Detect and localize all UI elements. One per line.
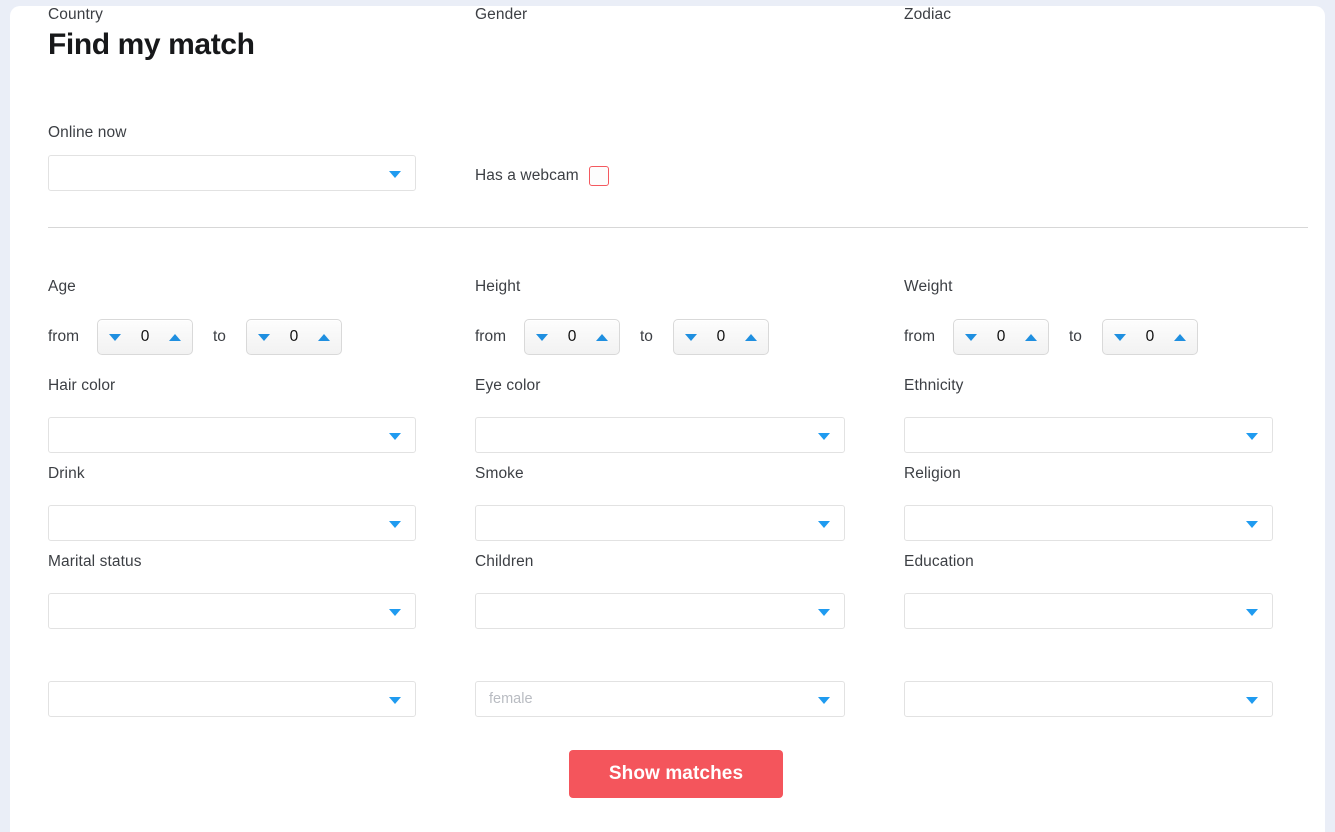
education-select[interactable] [904, 593, 1273, 629]
age-to-label: to [213, 328, 226, 345]
increment-icon[interactable] [596, 333, 608, 341]
find-my-match-card: Find my match Online now Has a webcam Ag… [10, 6, 1325, 832]
increment-icon[interactable] [1173, 333, 1186, 341]
has-webcam-label: Has a webcam [475, 167, 579, 184]
chevron-down-icon [1246, 608, 1258, 616]
weight-from-stepper[interactable]: 0 [953, 319, 1049, 355]
chevron-down-icon [1246, 696, 1258, 704]
chevron-down-icon [818, 608, 830, 616]
education-label: Education [904, 553, 974, 570]
increment-icon[interactable] [744, 333, 757, 341]
marital-status-label: Marital status [48, 553, 142, 570]
ethnicity-label: Ethnicity [904, 377, 964, 394]
chevron-down-icon [1246, 432, 1258, 440]
increment-icon[interactable] [169, 333, 181, 341]
chevron-down-icon [389, 432, 401, 440]
height-to-label: to [640, 328, 653, 345]
zodiac-label: Zodiac [904, 6, 952, 23]
has-webcam-checkbox[interactable] [588, 166, 609, 186]
chevron-down-icon [818, 696, 830, 704]
weight-to-stepper-value: 0 [1145, 328, 1155, 345]
age-from-stepper-value: 0 [140, 328, 150, 345]
chevron-down-icon [389, 520, 401, 528]
decrement-icon[interactable] [109, 333, 121, 341]
eye-color-label: Eye color [475, 377, 541, 394]
marital-status-select[interactable] [48, 593, 416, 629]
age-from-stepper[interactable]: 0 [97, 319, 193, 355]
increment-icon[interactable] [1025, 333, 1037, 341]
height-from-stepper-value: 0 [567, 328, 577, 345]
gender-select[interactable]: female [475, 681, 845, 717]
section-divider [48, 227, 1308, 228]
height-from-stepper[interactable]: 0 [524, 319, 620, 355]
decrement-icon[interactable] [536, 333, 548, 341]
weight-to-stepper[interactable]: 0 [1101, 319, 1198, 355]
chevron-down-icon [818, 432, 830, 440]
smoke-select[interactable] [475, 505, 845, 541]
height-range-row: from 0 to 0 [475, 319, 769, 355]
smoke-label: Smoke [475, 465, 524, 482]
height-to-stepper-value: 0 [716, 328, 726, 345]
increment-icon[interactable] [317, 333, 330, 341]
chevron-down-icon [389, 696, 401, 704]
chevron-down-icon [389, 608, 401, 616]
has-webcam-field[interactable]: Has a webcam [475, 166, 609, 186]
online-now-label: Online now [48, 124, 127, 141]
decrement-icon[interactable] [257, 333, 270, 341]
children-select[interactable] [475, 593, 845, 629]
age-range-row: from 0 to 0 [48, 319, 342, 355]
country-select[interactable] [48, 681, 416, 717]
chevron-down-icon [1246, 520, 1258, 528]
decrement-icon[interactable] [1113, 333, 1126, 341]
religion-select[interactable] [904, 505, 1273, 541]
height-to-stepper[interactable]: 0 [672, 319, 769, 355]
gender-label: Gender [475, 6, 528, 23]
age-from-label: from [48, 328, 79, 345]
weight-label: Weight [904, 278, 953, 295]
chevron-down-icon [389, 170, 401, 178]
show-matches-button[interactable]: Show matches [569, 750, 783, 798]
zodiac-select[interactable] [904, 681, 1273, 717]
decrement-icon[interactable] [965, 333, 977, 341]
age-to-stepper-value: 0 [289, 328, 299, 345]
weight-from-label: from [904, 328, 935, 345]
ethnicity-select[interactable] [904, 417, 1273, 453]
country-label: Country [48, 6, 103, 23]
height-from-label: from [475, 328, 506, 345]
page-root: Find my match Online now Has a webcam Ag… [0, 0, 1335, 832]
age-label: Age [48, 278, 76, 295]
height-label: Height [475, 278, 521, 295]
religion-label: Religion [904, 465, 961, 482]
hair-color-label: Hair color [48, 377, 116, 394]
drink-label: Drink [48, 465, 85, 482]
drink-select[interactable] [48, 505, 416, 541]
online-now-select[interactable] [48, 155, 416, 191]
weight-from-stepper-value: 0 [996, 328, 1006, 345]
eye-color-select[interactable] [475, 417, 845, 453]
weight-to-label: to [1069, 328, 1082, 345]
chevron-down-icon [818, 520, 830, 528]
weight-range-row: from 0 to 0 [904, 319, 1198, 355]
age-to-stepper[interactable]: 0 [245, 319, 342, 355]
gender-value: female [489, 691, 533, 707]
page-title: Find my match [48, 28, 255, 61]
hair-color-select[interactable] [48, 417, 416, 453]
decrement-icon[interactable] [684, 333, 697, 341]
children-label: Children [475, 553, 534, 570]
